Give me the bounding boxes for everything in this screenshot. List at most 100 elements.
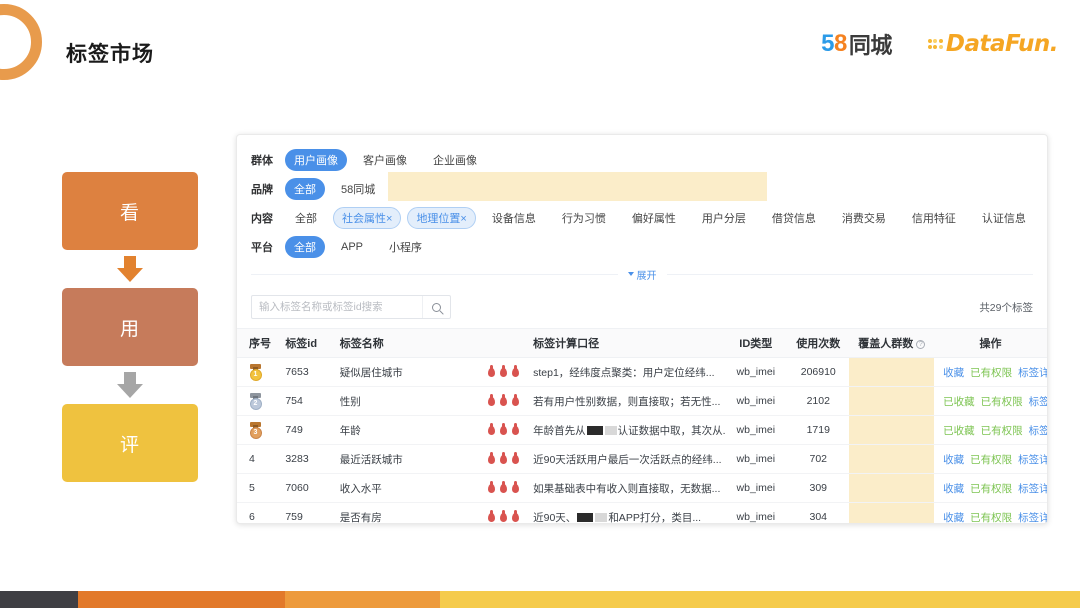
cell-heat: [455, 416, 528, 445]
cell-id-type: wb_imei: [725, 474, 787, 503]
cell-name: 性别: [334, 387, 455, 416]
cell-id-type: wb_imei: [725, 387, 787, 416]
flame-icon: [500, 513, 507, 522]
flame-icon: [500, 426, 507, 435]
filter-option[interactable]: APP: [331, 238, 373, 256]
cell-id-type: wb_imei: [725, 445, 787, 474]
search-icon: [432, 303, 441, 312]
filter-option[interactable]: 全部: [285, 236, 325, 258]
filter-option[interactable]: 全部: [285, 178, 325, 200]
cell-uses: 2102: [787, 387, 849, 416]
heat-indicator: [461, 484, 522, 493]
action-link[interactable]: 已有权限: [970, 454, 1012, 466]
flame-icon: [512, 426, 519, 435]
filter-label: 平台: [251, 239, 285, 255]
action-link[interactable]: 已有权限: [970, 367, 1012, 379]
filter-option[interactable]: 信用特征: [902, 207, 966, 229]
action-link[interactable]: 已有权限: [981, 425, 1023, 437]
footer-bar: [0, 591, 1080, 608]
help-icon[interactable]: ?: [916, 340, 925, 349]
table-row[interactable]: 6759是否有房近90天、和APP打分，类目...wb_imei304收藏已有权…: [237, 503, 1047, 525]
action-link[interactable]: 已有权限: [970, 483, 1012, 495]
col-header-label-id: 标签id: [279, 329, 333, 358]
search-button[interactable]: [422, 296, 450, 318]
filter-option[interactable]: 企业画像: [423, 149, 487, 171]
cell-index: 2: [237, 387, 279, 416]
table-row[interactable]: 17653疑似居住城市step1，经纬度点聚类：用户定位经纬...wb_imei…: [237, 358, 1047, 387]
logo-datafun-text: DataFun.: [946, 31, 1058, 57]
action-link[interactable]: 已收藏: [943, 425, 975, 437]
filter-option[interactable]: 58同城: [331, 178, 385, 200]
cell-id: 749: [279, 416, 333, 445]
filter-option[interactable]: 认证信息: [972, 207, 1036, 229]
filter-option[interactable]: 全部: [285, 207, 327, 229]
cell-formula: step1，经纬度点聚类：用户定位经纬...: [527, 358, 724, 387]
filter-option[interactable]: 借贷信息: [762, 207, 826, 229]
cell-coverage: [849, 416, 934, 445]
action-link[interactable]: 标签详情: [1018, 483, 1047, 495]
cell-id-type: wb_imei: [725, 358, 787, 387]
filter-row-群体: 群体用户画像客户画像企业画像: [251, 147, 1033, 173]
action-link[interactable]: 标签详情: [1018, 512, 1047, 524]
datafun-dots-icon: [928, 39, 943, 49]
cell-actions: 已收藏已有权限标签详情: [934, 416, 1047, 445]
table-head: 序号 标签id 标签名称 标签计算口径 ID类型 使用次数 覆盖人群数? 操作: [237, 329, 1047, 358]
flow-arrow-1: [62, 250, 198, 288]
table-row[interactable]: 43283最近活跃城市近90天活跃用户最后一次活跃点的经纬...wb_imei7…: [237, 445, 1047, 474]
filter-section: 群体用户画像客户画像企业画像品牌全部58同城内容全部社会属性×地理位置×设备信息…: [237, 135, 1047, 260]
flame-icon: [512, 513, 519, 522]
flame-icon: [512, 455, 519, 464]
cell-id: 754: [279, 387, 333, 416]
filter-option[interactable]: 用户分层: [692, 207, 756, 229]
filter-option[interactable]: 消费交易: [832, 207, 896, 229]
search-input[interactable]: [252, 296, 422, 318]
filter-row-内容: 内容全部社会属性×地理位置×设备信息行为习惯偏好属性用户分层借贷信息消费交易信用…: [251, 205, 1033, 231]
expand-button[interactable]: 展开: [618, 266, 667, 283]
filter-option[interactable]: 偏好属性: [622, 207, 686, 229]
action-link[interactable]: 收藏: [943, 367, 964, 379]
action-link[interactable]: 标签详情: [1018, 367, 1047, 379]
action-link[interactable]: 已有权限: [970, 512, 1012, 524]
action-link[interactable]: 已收藏: [943, 396, 975, 408]
cell-heat: [455, 474, 528, 503]
medal-silver-icon: 2: [249, 393, 262, 410]
action-link[interactable]: 收藏: [943, 512, 964, 524]
filter-option[interactable]: 行为习惯: [552, 207, 616, 229]
logo-58-digit8: 8: [834, 30, 847, 58]
flow-step-ping: 评: [62, 404, 198, 482]
decorative-ring: [0, 4, 42, 80]
filter-option[interactable]: 社会属性×: [333, 207, 401, 229]
col-header-actions: 操作: [934, 329, 1047, 358]
cell-coverage: [849, 358, 934, 387]
filter-option[interactable]: 小程序: [379, 236, 432, 258]
filter-option[interactable]: 客户画像: [353, 149, 417, 171]
cell-uses: 702: [787, 445, 849, 474]
cell-id-type: wb_imei: [725, 503, 787, 525]
filter-label: 群体: [251, 152, 285, 168]
flame-icon: [500, 455, 507, 464]
filter-option[interactable]: 地理位置×: [407, 207, 475, 229]
col-header-id-type: ID类型: [725, 329, 787, 358]
filter-option[interactable]: 个性化: [1042, 207, 1048, 229]
cell-formula: 如果基础表中有收入则直接取，无数据...: [527, 474, 724, 503]
filter-option[interactable]: 用户画像: [285, 149, 347, 171]
redaction-mask: [577, 513, 593, 522]
expand-button-label: 展开: [637, 267, 657, 282]
action-link[interactable]: 标签详情: [1029, 425, 1047, 437]
action-link[interactable]: 收藏: [943, 454, 964, 466]
filter-option[interactable]: 设备信息: [482, 207, 546, 229]
cell-id: 7653: [279, 358, 333, 387]
action-link[interactable]: 已有权限: [981, 396, 1023, 408]
cell-actions: 已收藏已有权限标签详情: [934, 387, 1047, 416]
table-row[interactable]: 2754性别若有用户性别数据，则直接取；若无性...wb_imei2102已收藏…: [237, 387, 1047, 416]
redaction-mask: [849, 474, 934, 502]
table-row[interactable]: 3749年龄年龄首先从认证数据中取，其次从...wb_imei1719已收藏已有…: [237, 416, 1047, 445]
footer-segment: [78, 591, 285, 608]
action-link[interactable]: 收藏: [943, 483, 964, 495]
expand-row: 展开: [251, 263, 1033, 285]
table-row[interactable]: 57060收入水平如果基础表中有收入则直接取，无数据...wb_imei309收…: [237, 474, 1047, 503]
flame-icon: [488, 455, 495, 464]
action-link[interactable]: 标签详情: [1018, 454, 1047, 466]
action-link[interactable]: 标签详情: [1029, 396, 1047, 408]
footer-segment: [0, 591, 78, 608]
